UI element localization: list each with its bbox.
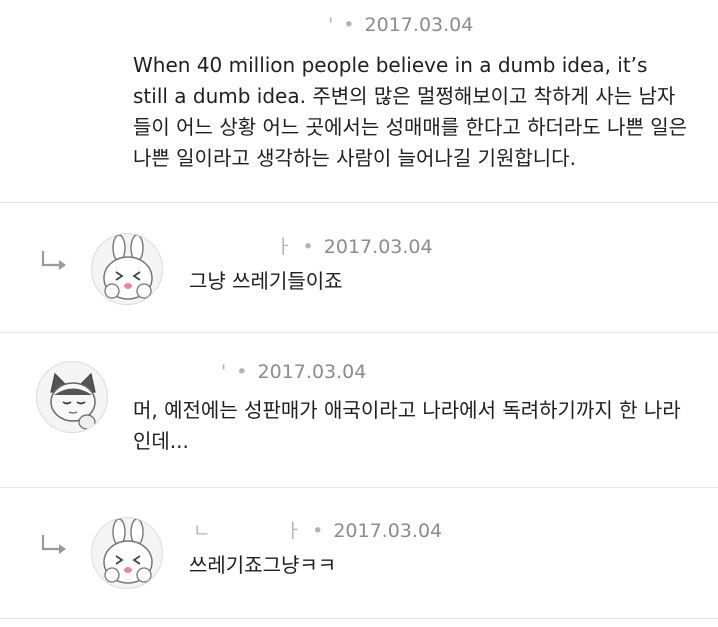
comment-meta: ㅏ • 2017.03.04 <box>275 232 433 259</box>
comment-text: When 40 million people believe in a dumb… <box>133 53 688 170</box>
bunny-avatar-icon[interactable] <box>91 517 163 589</box>
author-name[interactable]: ' <box>221 361 226 383</box>
comment-date: 2017.03.04 <box>323 236 433 258</box>
separator-dot: • <box>236 361 248 383</box>
comment-meta: ㄴ ㅏ • 2017.03.04 <box>193 516 442 543</box>
reply-item: ㅏ • 2017.03.04 그냥 쓰레기들이죠 <box>0 203 718 333</box>
comment-date: 2017.03.04 <box>333 520 443 542</box>
author-name[interactable]: ㅏ <box>275 236 292 258</box>
cat-avatar-icon[interactable] <box>36 361 108 433</box>
bunny-avatar-icon[interactable] <box>91 233 163 305</box>
reply-arrow-icon <box>41 535 66 554</box>
separator-dot: • <box>343 14 355 36</box>
author-name[interactable]: ㅏ <box>285 520 302 542</box>
comment-date: 2017.03.04 <box>364 14 474 36</box>
comment-date: 2017.03.04 <box>257 361 367 383</box>
comment-item: ' • 2017.03.04 머, 예전에는 성판매가 애국이라고 나라에서 독… <box>0 333 718 488</box>
separator-dot: • <box>312 520 324 542</box>
author-name-start[interactable]: ㄴ <box>193 520 210 542</box>
comment-text: 쓰레기죠그냥ㅋㅋ <box>189 553 337 577</box>
reply-arrow-icon <box>41 251 66 270</box>
comment-item: ' • 2017.03.04 When 40 million people be… <box>0 0 718 203</box>
separator-dot: • <box>302 236 314 258</box>
comment-text: 그냥 쓰레기들이죠 <box>189 269 343 293</box>
comment-text: 머, 예전에는 성판매가 애국이라고 나라에서 독려하기까지 한 나라인데... <box>133 398 681 453</box>
comment-meta: ' • 2017.03.04 <box>221 361 366 383</box>
comment-meta: ' • 2017.03.04 <box>328 14 473 36</box>
author-name[interactable]: ' <box>328 14 333 36</box>
reply-item: ㄴ ㅏ • 2017.03.04 쓰레기죠그냥ㅋㅋ <box>0 488 718 619</box>
